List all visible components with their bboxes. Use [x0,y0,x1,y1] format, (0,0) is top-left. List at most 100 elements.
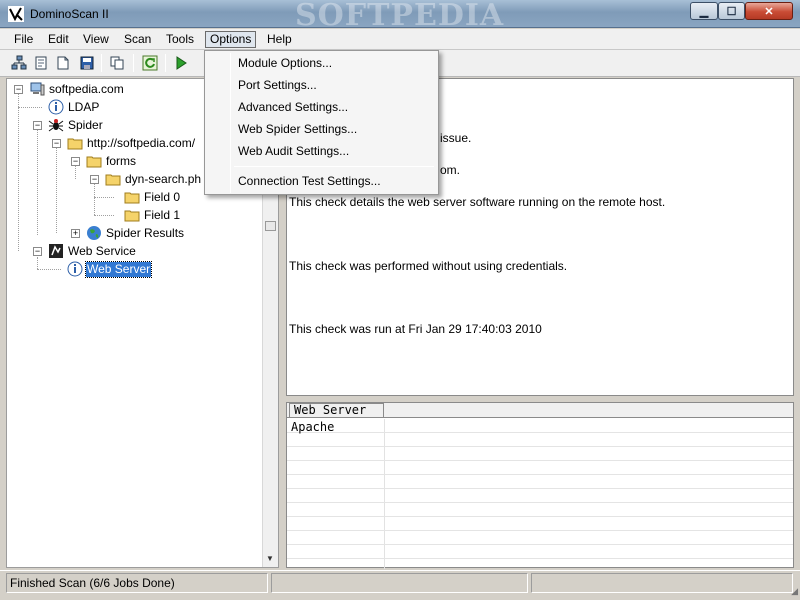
scrollbar-thumb[interactable] [265,221,276,231]
menu-scan[interactable]: Scan [120,31,155,48]
network-scan-icon[interactable] [10,54,28,72]
tree-node-label: LDAP [68,99,100,114]
column-header-web-server[interactable]: Web Server [289,403,384,418]
run-icon[interactable] [172,54,190,72]
tree-node-label: Field 1 [144,207,181,222]
table-row [287,447,793,461]
menu-item-web-audit-settings[interactable]: Web Audit Settings... [207,141,436,162]
tree-node-url[interactable]: http://softpedia.com/ [67,134,196,152]
results-table: Web Server Apache [286,402,794,569]
table-row [287,461,793,475]
options-dropdown-menu: Module Options... Port Settings... Advan… [204,50,439,195]
minimize-button[interactable]: ▁ [690,2,718,20]
menu-bar: File Edit View Scan Tools Options Help [0,29,800,50]
tree-node-label: Field 0 [144,189,181,204]
tree-node-ldap[interactable]: LDAP [48,98,100,116]
status-panel-2 [271,573,528,593]
table-row [287,545,793,559]
detail-text: This check was run at Fri Jan 29 17:40:0… [289,322,542,336]
menu-item-connection-test-settings[interactable]: Connection Test Settings... [207,171,436,192]
tree-connector [18,93,19,251]
copy-icon[interactable] [108,54,126,72]
menu-tools[interactable]: Tools [162,31,198,48]
menu-help[interactable]: Help [263,31,296,48]
title-bar[interactable]: DominoScan II SOFTPEDIA ▁ ☐ ✕ [0,0,800,33]
toolbar-separator [133,54,134,72]
tree-connector [37,257,38,269]
expand-toggle[interactable]: + [71,229,80,238]
tree-node-label: Spider [68,117,103,132]
tree-connector [75,165,76,179]
tree-connector [37,269,61,270]
folder-icon [67,135,83,151]
tree-node-spider[interactable]: Spider [48,116,104,134]
tree-connector [56,147,57,233]
menu-file[interactable]: File [10,31,37,48]
tree-node-field-0[interactable]: Field 0 [124,188,181,206]
tree-node-label: Spider Results [106,225,185,240]
collapse-toggle[interactable]: − [71,157,80,166]
menu-separator [234,166,434,167]
table-row [287,433,793,447]
tree-node-web-service[interactable]: Web Service [48,242,137,260]
close-button[interactable]: ✕ [745,2,793,20]
tree-node-root[interactable]: softpedia.com [29,80,125,98]
tree-node-forms[interactable]: forms [86,152,137,170]
table-cell: Apache [291,420,335,434]
computer-icon [29,81,45,97]
menu-item-port-settings[interactable]: Port Settings... [207,75,436,96]
menu-options[interactable]: Options [205,31,257,48]
detail-text: om. [440,163,461,177]
table-row [287,503,793,517]
detail-text: issue. [440,131,472,145]
tree-node-dyn-search[interactable]: dyn-search.ph [105,170,202,188]
toolbar-separator [101,54,102,72]
folder-icon [124,189,140,205]
tree-node-label: Web Service [68,243,136,258]
web-service-icon [48,243,64,259]
collapse-toggle[interactable]: − [52,139,61,148]
collapse-toggle[interactable]: − [14,85,23,94]
menu-item-module-options[interactable]: Module Options... [207,53,436,74]
menu-item-advanced-settings[interactable]: Advanced Settings... [207,97,436,118]
folder-icon [105,171,121,187]
table-row[interactable] [287,419,793,433]
document-icon[interactable] [32,54,50,72]
app-window: DominoScan II SOFTPEDIA ▁ ☐ ✕ File Edit … [0,0,800,600]
status-bar: Finished Scan (6/6 Jobs Done) ◢ [0,570,800,600]
scroll-down-arrow-icon[interactable]: ▼ [266,554,274,563]
resize-grip-icon[interactable]: ◢ [791,586,798,597]
tree-node-label: softpedia.com [49,81,124,96]
refresh-icon[interactable] [141,54,159,72]
collapse-toggle[interactable]: − [33,121,42,130]
globe-icon [86,225,102,241]
tree-connector [18,107,42,108]
tree-node-field-1[interactable]: Field 1 [124,206,181,224]
tree-connector [94,197,114,198]
open-file-icon[interactable] [54,54,72,72]
tree-node-label: dyn-search.ph [125,171,202,186]
tree-connector [37,129,38,235]
maximize-button[interactable]: ☐ [718,2,745,20]
menu-view[interactable]: View [79,31,113,48]
tree-node-web-server[interactable]: Web Server [67,260,153,278]
save-icon[interactable] [78,54,96,72]
spider-icon [48,117,64,133]
menu-item-web-spider-settings[interactable]: Web Spider Settings... [207,119,436,140]
status-panel-3 [531,573,793,593]
app-logo-icon [8,6,24,22]
detail-text: This check details the web server softwa… [289,195,666,209]
tree-connector [94,215,114,216]
menu-edit[interactable]: Edit [44,31,73,48]
tree-node-label-selected: Web Server [84,260,153,278]
status-text: Finished Scan (6/6 Jobs Done) [6,573,268,593]
info-icon [67,261,83,277]
collapse-toggle[interactable]: − [33,247,42,256]
table-row [287,475,793,489]
tree-node-spider-results[interactable]: Spider Results [86,224,185,242]
collapse-toggle[interactable]: − [90,175,99,184]
tree-connector [94,183,95,215]
table-row [287,531,793,545]
window-title: DominoScan II [30,7,109,21]
toolbar-separator [165,54,166,72]
